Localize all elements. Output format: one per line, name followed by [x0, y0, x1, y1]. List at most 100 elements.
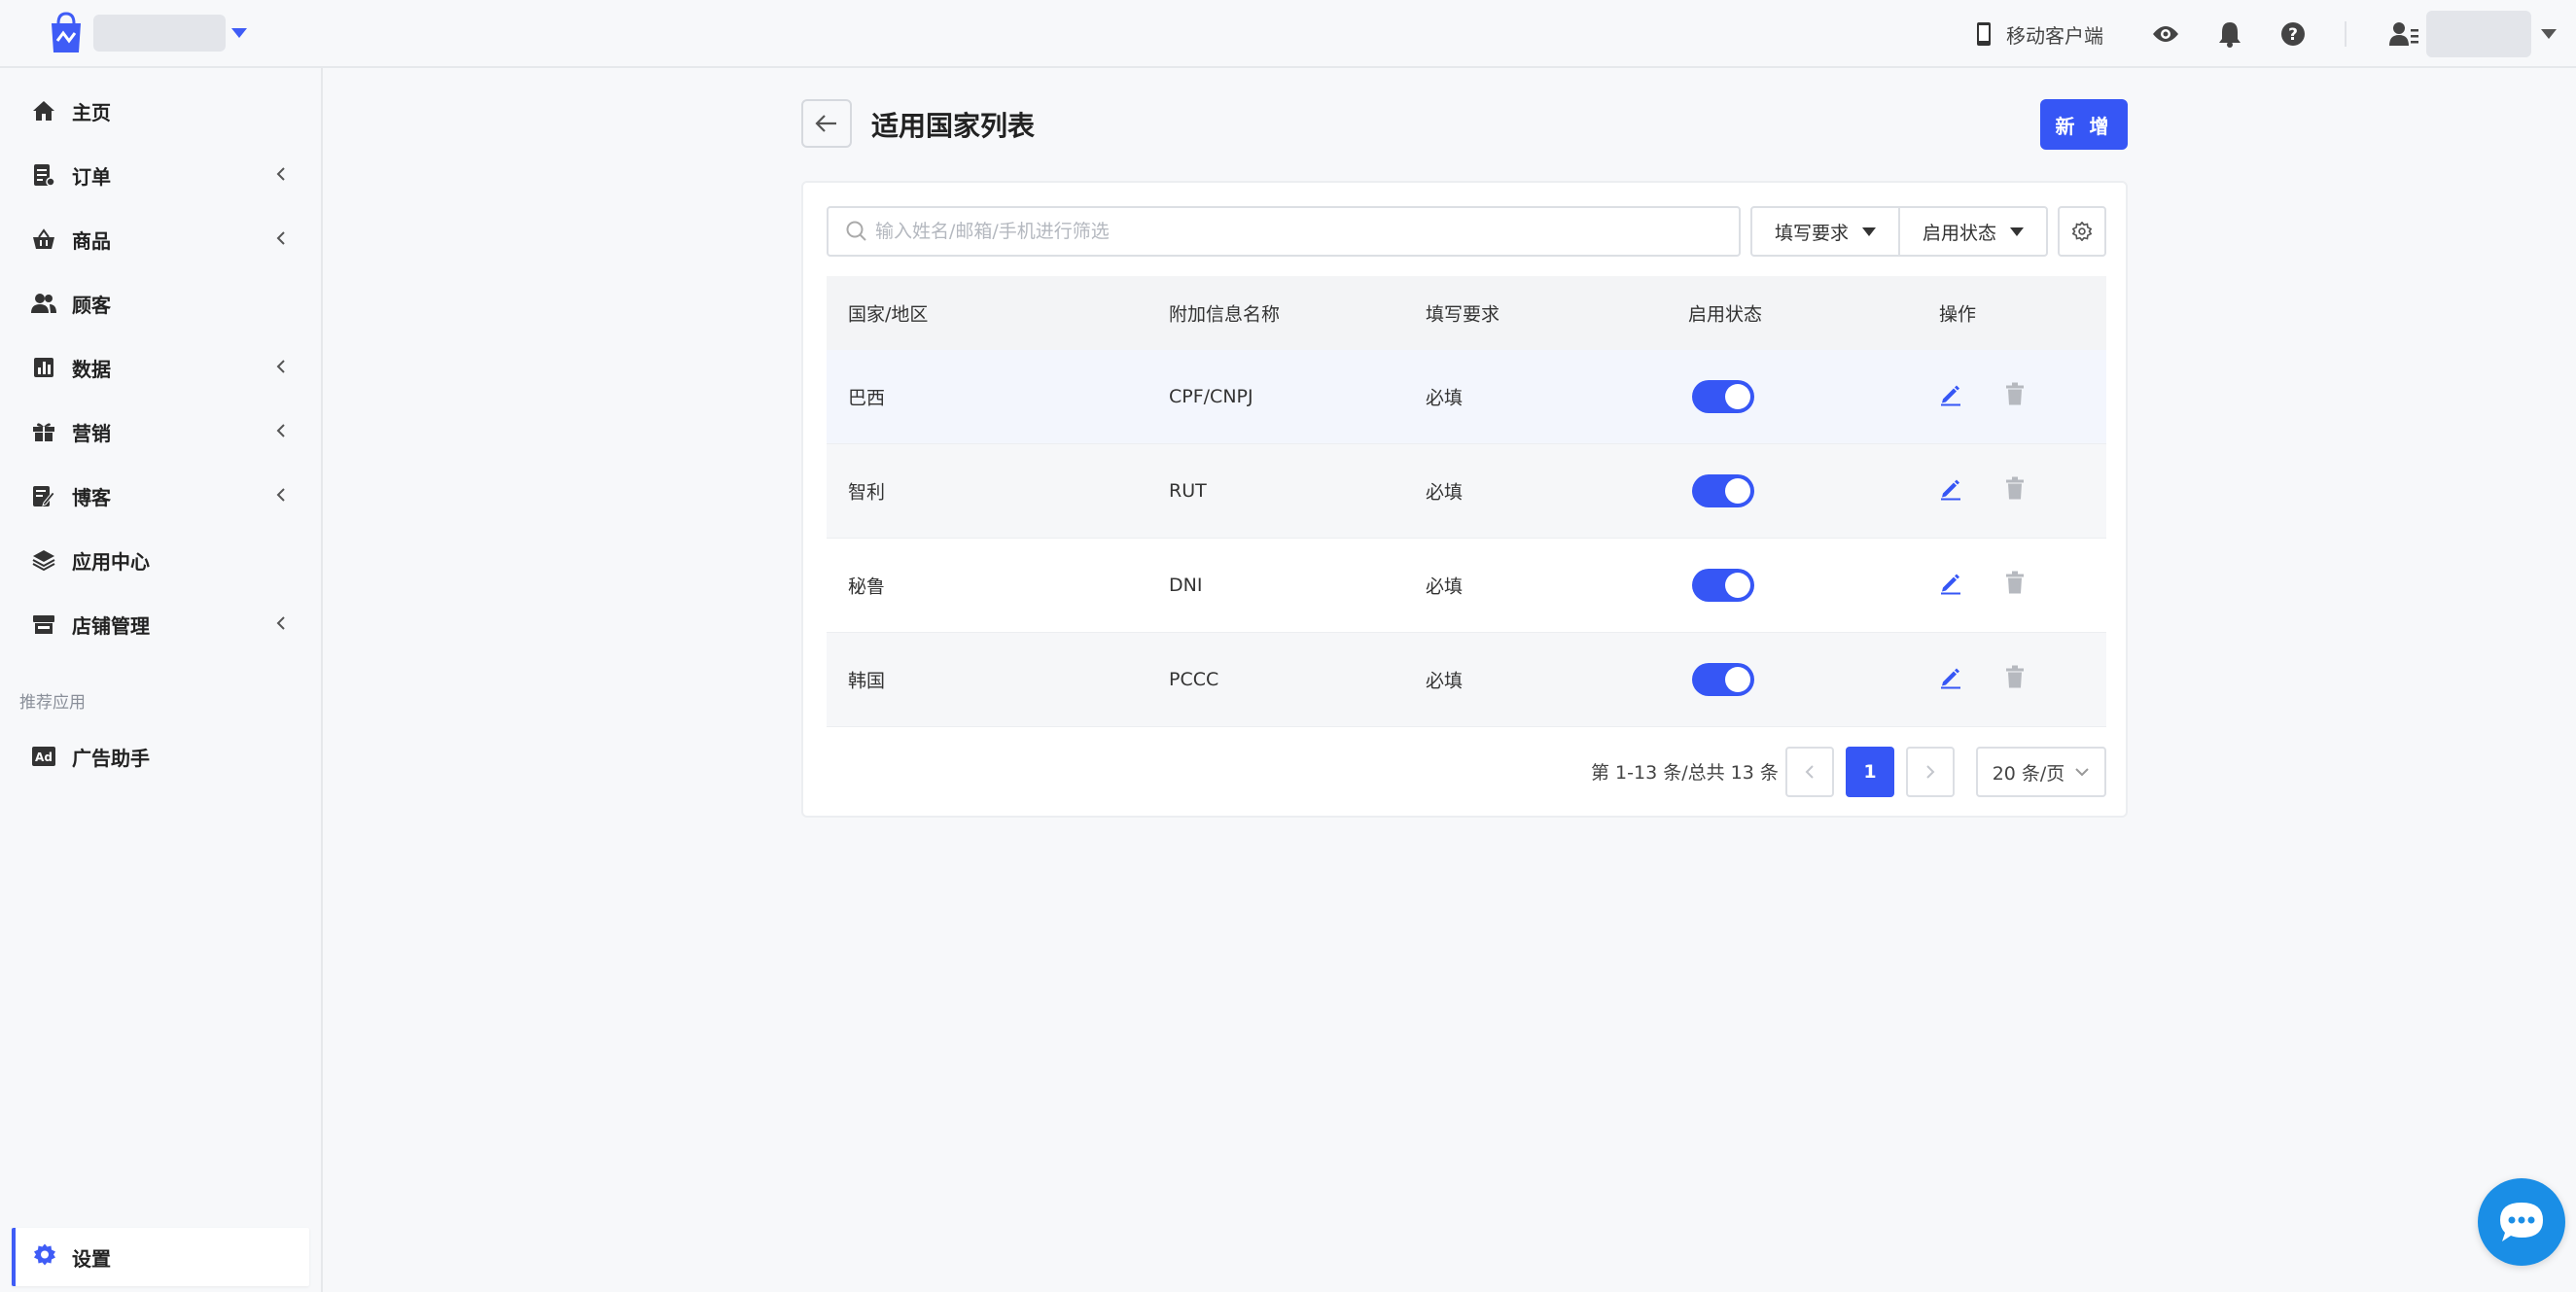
- bell-icon[interactable]: [2218, 20, 2241, 48]
- table-row: 秘鲁 DNI 必填: [827, 539, 2106, 633]
- actions-cell: [1939, 476, 2025, 506]
- info-name-cell: PCCC: [1169, 669, 1219, 690]
- chevron-left-icon: [276, 163, 286, 187]
- country-cell: 秘鲁: [848, 576, 886, 598]
- sidebar-item-orders[interactable]: 订单: [0, 148, 321, 202]
- page-size-select[interactable]: 20 条/页: [1976, 747, 2106, 797]
- help-icon[interactable]: ?: [2280, 21, 2306, 47]
- back-button[interactable]: [801, 99, 852, 148]
- users-icon: [31, 291, 56, 316]
- chevron-left-icon: [276, 227, 286, 251]
- next-page-button[interactable]: [1906, 747, 1955, 797]
- chat-support-button[interactable]: [2478, 1178, 2565, 1266]
- previous-page-button[interactable]: [1785, 747, 1834, 797]
- shopping-basket-icon: [31, 227, 56, 252]
- page-title: 适用国家列表: [871, 110, 1036, 142]
- sidebar-item-ad-assistant[interactable]: Ad 广告助手: [0, 729, 321, 784]
- store-switcher[interactable]: [49, 12, 247, 54]
- gear-icon: [2072, 222, 2092, 241]
- filter-group: 填写要求 启用状态: [1750, 206, 2048, 257]
- status-toggle[interactable]: [1692, 663, 1754, 696]
- sidebar-item-settings[interactable]: 设置: [12, 1228, 309, 1286]
- sidebar-item-blog[interactable]: 博客: [0, 469, 321, 523]
- caret-down-icon: [231, 28, 247, 38]
- caret-down-icon: [2010, 227, 2024, 236]
- requirement-cell: 必填: [1426, 670, 1464, 692]
- requirement-cell: 必填: [1426, 576, 1464, 598]
- search-icon: [846, 221, 866, 241]
- fill-requirement-filter[interactable]: 填写要求: [1752, 208, 1898, 255]
- trash-icon[interactable]: [2005, 476, 2025, 506]
- chevron-left-icon: [276, 612, 286, 636]
- status-toggle[interactable]: [1692, 474, 1754, 507]
- chevron-left-icon: [1805, 765, 1814, 779]
- store-icon: [31, 611, 56, 637]
- gift-icon: [31, 419, 56, 444]
- country-table: 国家/地区 附加信息名称 填写要求 启用状态 操作 巴西 CPF/CNPJ 必填…: [827, 276, 2106, 727]
- user-menu[interactable]: [2389, 11, 2557, 57]
- chevron-down-icon: [2075, 768, 2090, 777]
- sidebar-item-store-management[interactable]: 店铺管理: [0, 597, 321, 651]
- country-cell: 巴西: [848, 387, 886, 409]
- bar-chart-icon: [31, 355, 56, 380]
- arrow-left-icon: [815, 115, 836, 132]
- edit-icon[interactable]: [1939, 477, 1962, 506]
- home-icon: [31, 98, 56, 123]
- edit-document-icon: [31, 483, 56, 508]
- sidebar-item-marketing[interactable]: 营销: [0, 404, 321, 459]
- trash-icon[interactable]: [2005, 665, 2025, 694]
- store-name: [93, 15, 226, 52]
- column-header-status: 启用状态: [1688, 303, 1763, 326]
- mobile-phone-icon: [1977, 22, 1991, 46]
- table-header: 国家/地区 附加信息名称 填写要求 启用状态 操作: [827, 276, 2106, 350]
- info-name-cell: DNI: [1169, 575, 1203, 596]
- enable-status-filter[interactable]: 启用状态: [1898, 208, 2046, 255]
- edit-icon[interactable]: [1939, 666, 1962, 694]
- sidebar-item-app-center[interactable]: 应用中心: [0, 533, 321, 587]
- mobile-client-label: 移动客户端: [2006, 23, 2103, 48]
- search-box: [827, 206, 1741, 257]
- actions-cell: [1939, 665, 2025, 694]
- mobile-client-link[interactable]: 移动客户端: [1975, 20, 2103, 49]
- caret-down-icon: [1862, 227, 1876, 236]
- page-number-current[interactable]: 1: [1846, 747, 1894, 797]
- ad-icon: Ad: [31, 744, 56, 769]
- actions-cell: [1939, 571, 2025, 600]
- edit-icon[interactable]: [1939, 572, 1962, 600]
- column-header-actions: 操作: [1939, 303, 1977, 326]
- chevron-left-icon: [276, 484, 286, 507]
- eye-icon[interactable]: [2152, 24, 2179, 44]
- status-cell: [1692, 569, 1754, 602]
- search-input[interactable]: [875, 221, 1711, 242]
- column-settings-button[interactable]: [2058, 206, 2106, 257]
- column-header-country: 国家/地区: [848, 303, 929, 326]
- sidebar-item-home[interactable]: 主页: [0, 84, 321, 138]
- column-header-requirement: 填写要求: [1426, 303, 1500, 326]
- edit-icon[interactable]: [1939, 383, 1962, 411]
- chevron-left-icon: [276, 420, 286, 443]
- status-cell: [1692, 474, 1754, 507]
- country-cell: 智利: [848, 481, 886, 504]
- status-cell: [1692, 663, 1754, 696]
- status-toggle[interactable]: [1692, 569, 1754, 602]
- info-name-cell: CPF/CNPJ: [1169, 386, 1253, 407]
- table-row: 智利 RUT 必填: [827, 444, 2106, 539]
- top-divider: [2345, 21, 2347, 47]
- gear-icon: [33, 1243, 56, 1272]
- user-icon: [2389, 22, 2418, 46]
- table-row: 韩国 PCCC 必填: [827, 633, 2106, 727]
- requirement-cell: 必填: [1426, 481, 1464, 504]
- svg-text:Ad: Ad: [35, 751, 53, 764]
- recommended-apps-label: 推荐应用: [19, 693, 86, 713]
- trash-icon[interactable]: [2005, 382, 2025, 411]
- add-button[interactable]: 新 增: [2040, 99, 2128, 150]
- caret-down-icon: [2541, 29, 2557, 39]
- pagination-info: 第 1-13 条/总共 13 条: [1591, 762, 1779, 784]
- sidebar-item-data[interactable]: 数据: [0, 340, 321, 395]
- top-bar: 移动客户端 ?: [0, 0, 2576, 68]
- sidebar-item-customers[interactable]: 顾客: [0, 276, 321, 331]
- country-list-card: 填写要求 启用状态 国家/地区 附加信息名称 填写要求 启用状态 操作 巴西 C…: [801, 181, 2128, 818]
- status-toggle[interactable]: [1692, 380, 1754, 413]
- sidebar-item-products[interactable]: 商品: [0, 212, 321, 266]
- trash-icon[interactable]: [2005, 571, 2025, 600]
